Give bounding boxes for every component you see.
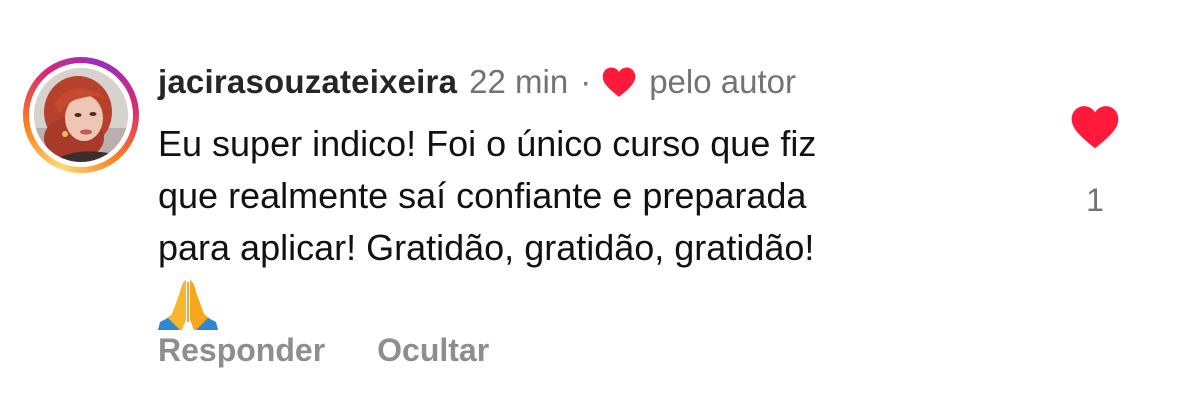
separator-dot: · <box>580 63 592 100</box>
liked-by-author-label: pelo autor <box>649 63 796 100</box>
like-button[interactable] <box>1070 104 1120 150</box>
praying-hands-icon <box>158 276 218 332</box>
comment-actions: Responder Ocultar <box>158 332 489 369</box>
emoji-line <box>158 276 1018 332</box>
heart-icon <box>1070 106 1120 154</box>
comment-text-line: para aplicar! Gratidão, gratidão, gratid… <box>158 227 815 268</box>
reply-button[interactable]: Responder <box>158 332 325 369</box>
like-count[interactable]: 1 <box>1074 182 1116 219</box>
avatar[interactable] <box>34 68 128 162</box>
avatar-photo <box>34 68 128 162</box>
username[interactable]: jacirasouzateixeira <box>158 63 457 101</box>
comment: jacirasouzateixeira 22 min · pelo autor … <box>0 0 1179 404</box>
comment-text-line: Eu super indico! Foi o único curso que f… <box>158 123 817 164</box>
heart-icon <box>601 66 637 98</box>
comment-text-line: que realmente saí confiante e preparada <box>158 175 807 216</box>
timestamp: 22 min <box>469 63 569 100</box>
comment-header: jacirasouzateixeira 22 min · pelo autor <box>158 62 796 102</box>
hide-button[interactable]: Ocultar <box>377 332 489 369</box>
avatar-story-ring[interactable] <box>23 57 139 173</box>
comment-text: Eu super indico! Foi o único curso que f… <box>158 118 1018 332</box>
